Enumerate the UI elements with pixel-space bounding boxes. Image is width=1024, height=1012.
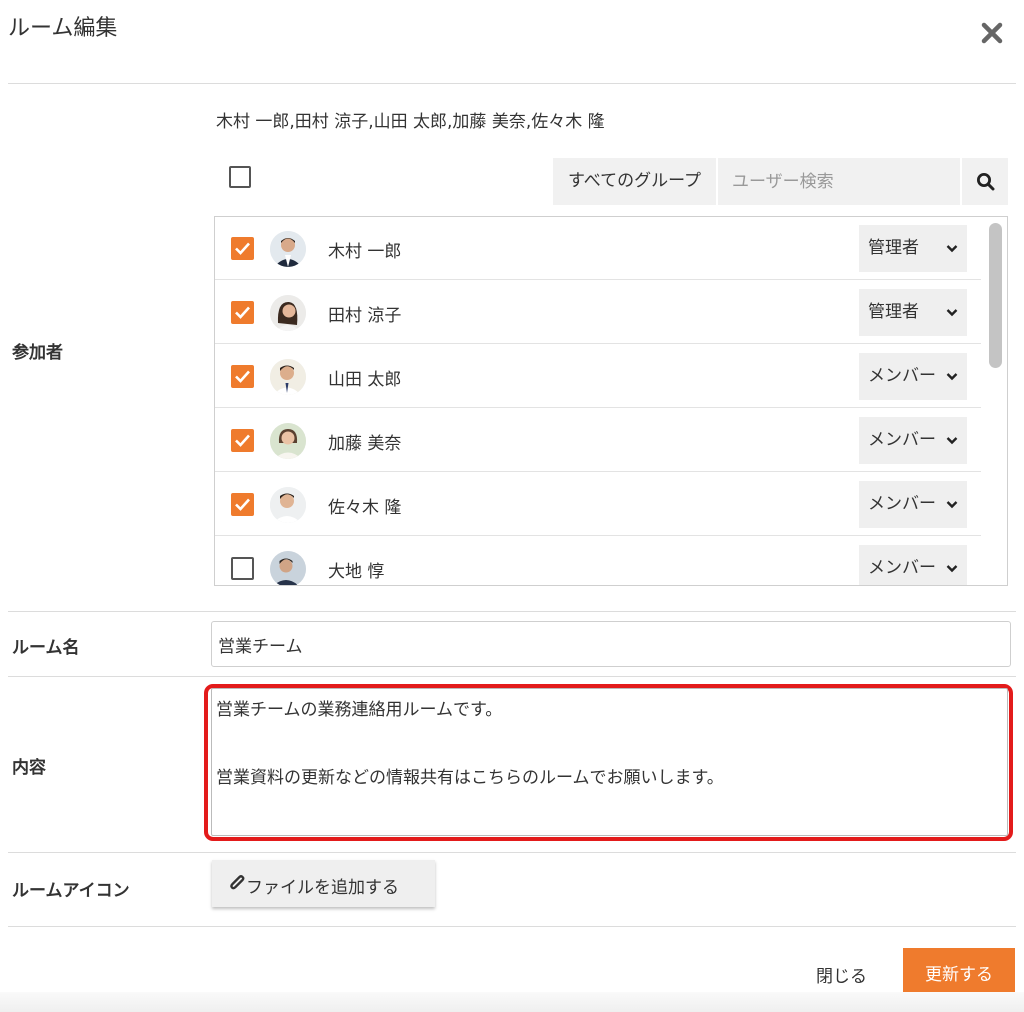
role-select[interactable]: 管理者 — [859, 225, 967, 272]
chevron-down-icon — [946, 245, 958, 253]
divider — [8, 83, 1016, 84]
checkmark-icon — [235, 498, 250, 511]
member-row: 木村 一郎 管理者 — [215, 217, 981, 280]
member-checkbox[interactable] — [231, 237, 254, 260]
avatar — [270, 551, 306, 585]
divider — [8, 852, 1016, 853]
member-name: 佐々木 隆 — [328, 498, 402, 518]
role-select[interactable]: メンバー — [859, 481, 967, 528]
checkmark-icon — [235, 370, 250, 383]
member-row: 大地 惇 メンバー — [215, 537, 981, 585]
close-icon[interactable] — [979, 20, 1005, 46]
room-name-input[interactable] — [211, 621, 1011, 667]
role-value: 管理者 — [868, 302, 919, 322]
checkmark-icon — [235, 242, 250, 255]
avatar — [270, 295, 306, 331]
add-file-button[interactable]: ファイルを追加する — [212, 860, 435, 907]
member-row: 佐々木 隆 メンバー — [215, 473, 981, 536]
chevron-down-icon — [946, 565, 958, 573]
close-button[interactable]: 閉じる — [816, 962, 867, 987]
content-textarea[interactable]: 営業チームの業務連絡用ルームです。 営業資料の更新などの情報共有はこちらのルーム… — [204, 684, 1013, 841]
role-select[interactable]: メンバー — [859, 353, 967, 400]
user-search-input[interactable] — [718, 158, 960, 205]
search-button[interactable] — [962, 158, 1008, 205]
member-name: 加藤 美奈 — [328, 434, 402, 454]
role-value: メンバー — [868, 494, 936, 514]
chevron-down-icon — [946, 309, 958, 317]
member-row: 田村 涼子 管理者 — [215, 281, 981, 344]
content-label: 内容 — [12, 758, 46, 778]
checkmark-icon — [235, 306, 250, 319]
divider — [8, 926, 1016, 927]
dialog-title: ルーム編集 — [8, 16, 118, 41]
member-checkbox[interactable] — [231, 557, 254, 580]
scrollbar-thumb[interactable] — [989, 223, 1002, 368]
member-checkbox[interactable] — [231, 429, 254, 452]
participants-label: 参加者 — [12, 343, 63, 363]
role-value: メンバー — [868, 366, 936, 386]
avatar — [270, 231, 306, 267]
dialog-bottom-edge — [0, 992, 1024, 1012]
divider — [8, 676, 1016, 677]
role-value: 管理者 — [868, 238, 919, 258]
select-all-checkbox[interactable] — [229, 166, 251, 188]
role-value: メンバー — [868, 558, 936, 578]
member-name: 木村 一郎 — [328, 242, 402, 262]
role-select[interactable]: メンバー — [859, 545, 967, 585]
add-file-label: ファイルを追加する — [246, 878, 399, 898]
avatar — [270, 487, 306, 523]
divider — [8, 611, 1016, 612]
paperclip-icon — [230, 875, 245, 890]
member-checkbox[interactable] — [231, 301, 254, 324]
member-row: 加藤 美奈 メンバー — [215, 409, 981, 472]
member-list[interactable]: 木村 一郎 管理者 田村 涼子 管理者 山田 太郎 メンバー 加藤 美奈 メンバ… — [214, 216, 1008, 586]
member-name: 大地 惇 — [328, 562, 385, 582]
chevron-down-icon — [946, 373, 958, 381]
role-select[interactable]: 管理者 — [859, 289, 967, 336]
room-name-label: ルーム名 — [12, 638, 80, 658]
member-checkbox[interactable] — [231, 493, 254, 516]
chevron-down-icon — [946, 437, 958, 445]
avatar — [270, 359, 306, 395]
search-icon — [977, 173, 995, 191]
checkmark-icon — [235, 434, 250, 447]
group-filter-button[interactable]: すべてのグループ — [553, 158, 716, 205]
selected-participants: 木村 一郎,田村 涼子,山田 太郎,加藤 美奈,佐々木 隆 — [216, 112, 605, 132]
update-button[interactable]: 更新する — [903, 948, 1015, 996]
role-value: メンバー — [868, 430, 936, 450]
role-select[interactable]: メンバー — [859, 417, 967, 464]
member-name: 田村 涼子 — [328, 306, 402, 326]
member-checkbox[interactable] — [231, 365, 254, 388]
room-icon-label: ルームアイコン — [12, 881, 130, 901]
avatar — [270, 423, 306, 459]
member-name: 山田 太郎 — [328, 370, 402, 390]
member-row: 山田 太郎 メンバー — [215, 345, 981, 408]
chevron-down-icon — [946, 501, 958, 509]
